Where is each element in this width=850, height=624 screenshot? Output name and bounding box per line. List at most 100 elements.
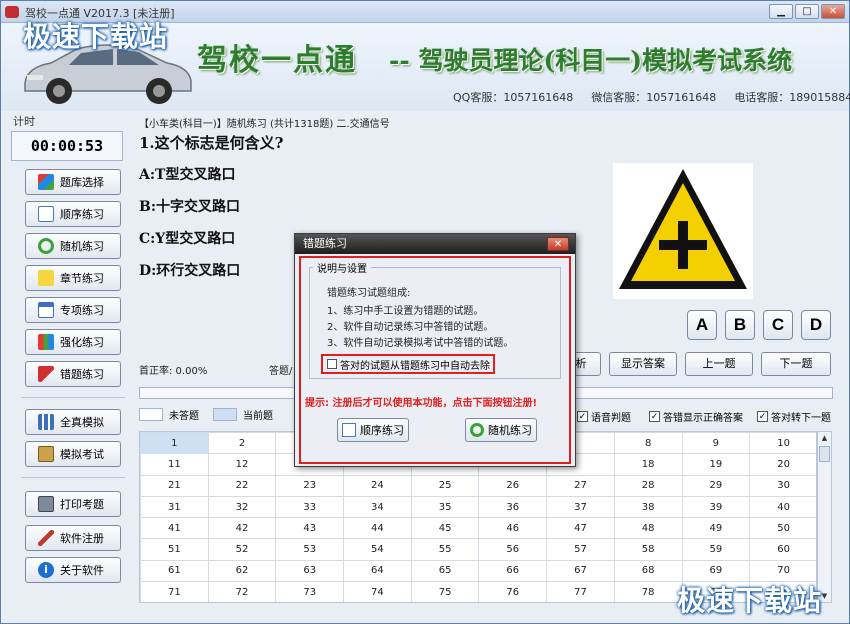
answer-d-button[interactable]: D xyxy=(801,310,831,340)
show-answer-button[interactable]: 显示答案 xyxy=(609,352,677,376)
question-cell[interactable]: 33 xyxy=(275,495,345,519)
question-cell[interactable]: 25 xyxy=(410,474,480,497)
question-cell[interactable]: 39 xyxy=(681,495,751,519)
question-cell[interactable]: 59 xyxy=(681,538,751,561)
question-cell[interactable]: 63 xyxy=(275,559,345,583)
question-cell[interactable]: 50 xyxy=(749,517,816,540)
question-cell[interactable]: 28 xyxy=(613,474,683,497)
voice-judge-checkbox[interactable]: ✓ 语音判题 xyxy=(577,409,631,424)
sequential-practice-button[interactable]: 顺序练习 xyxy=(25,201,121,227)
bank-select-button[interactable]: 题库选择 xyxy=(25,169,121,195)
question-cell[interactable]: 1 xyxy=(140,432,209,455)
question-cell[interactable]: 21 xyxy=(140,474,209,497)
question-cell[interactable]: 55 xyxy=(410,538,480,561)
question-cell[interactable]: 56 xyxy=(478,538,548,561)
question-cell[interactable]: 11 xyxy=(140,453,209,476)
question-cell[interactable]: 76 xyxy=(478,581,548,602)
option-a[interactable]: A:T型交叉路口 xyxy=(139,164,235,184)
question-cell[interactable]: 35 xyxy=(410,495,480,519)
question-cell[interactable]: 78 xyxy=(613,581,683,602)
show-correct-checkbox[interactable]: ✓ 答错显示正确答案 xyxy=(649,409,743,424)
question-cell[interactable]: 53 xyxy=(275,538,345,561)
mock-exam-button[interactable]: 模拟考试 xyxy=(25,441,121,467)
print-questions-button[interactable]: 打印考题 xyxy=(25,491,121,517)
close-button[interactable]: ✕ xyxy=(821,4,845,19)
question-cell[interactable]: 61 xyxy=(140,559,209,583)
question-cell[interactable]: 42 xyxy=(207,517,277,540)
question-cell[interactable]: 65 xyxy=(410,559,480,583)
auto-next-checkbox[interactable]: ✓ 答对转下一题 xyxy=(757,409,831,424)
question-cell[interactable]: 24 xyxy=(343,474,412,497)
answer-b-button[interactable]: B xyxy=(725,310,755,340)
question-cell[interactable]: 10 xyxy=(749,432,816,455)
question-cell[interactable]: 32 xyxy=(207,495,277,519)
question-cell[interactable]: 54 xyxy=(343,538,412,561)
next-question-button[interactable]: 下一题 xyxy=(761,352,831,376)
register-button[interactable]: 软件注册 xyxy=(25,525,121,551)
question-cell[interactable]: 27 xyxy=(546,474,615,497)
question-cell[interactable]: 62 xyxy=(207,559,277,583)
random-practice-button[interactable]: 随机练习 xyxy=(25,233,121,259)
scroll-up-icon[interactable]: ▲ xyxy=(819,432,830,444)
question-cell[interactable]: 43 xyxy=(275,517,345,540)
question-cell[interactable]: 9 xyxy=(681,432,751,455)
question-cell[interactable]: 8 xyxy=(613,432,683,455)
grid-scrollbar[interactable]: ▲ ▼ xyxy=(817,431,832,603)
chapter-practice-button[interactable]: 章节练习 xyxy=(25,265,121,291)
question-cell[interactable]: 44 xyxy=(343,517,412,540)
dialog-random-button[interactable]: 随机练习 xyxy=(465,418,537,442)
question-cell[interactable]: 66 xyxy=(478,559,548,583)
question-cell[interactable]: 77 xyxy=(546,581,615,602)
question-cell[interactable]: 72 xyxy=(207,581,277,602)
question-cell[interactable]: 18 xyxy=(613,453,683,476)
question-cell[interactable]: 46 xyxy=(478,517,548,540)
question-cell[interactable]: 48 xyxy=(613,517,683,540)
question-cell[interactable]: 36 xyxy=(478,495,548,519)
question-cell[interactable]: 29 xyxy=(681,474,751,497)
wrong-practice-button[interactable]: 错题练习 xyxy=(25,361,121,387)
question-cell[interactable]: 26 xyxy=(478,474,548,497)
dialog-sequential-button[interactable]: 顺序练习 xyxy=(337,418,409,442)
minimize-button[interactable]: ▁ xyxy=(769,4,793,19)
question-cell[interactable]: 51 xyxy=(140,538,209,561)
question-cell[interactable]: 45 xyxy=(410,517,480,540)
question-cell[interactable]: 12 xyxy=(207,453,277,476)
question-cell[interactable]: 74 xyxy=(343,581,412,602)
about-button[interactable]: i 关于软件 xyxy=(25,557,121,583)
question-cell[interactable]: 75 xyxy=(410,581,480,602)
question-cell[interactable]: 58 xyxy=(613,538,683,561)
question-cell[interactable]: 60 xyxy=(749,538,816,561)
question-cell[interactable]: 49 xyxy=(681,517,751,540)
question-cell[interactable]: 68 xyxy=(613,559,683,583)
auto-remove-checkbox[interactable]: 答对的试题从错题练习中自动去除 xyxy=(321,354,495,374)
option-d[interactable]: D:环行交叉路口 xyxy=(139,260,240,280)
answer-c-button[interactable]: C xyxy=(763,310,793,340)
question-cell[interactable]: 64 xyxy=(343,559,412,583)
question-cell[interactable]: 20 xyxy=(749,453,816,476)
full-simulation-button[interactable]: 全真模拟 xyxy=(25,409,121,435)
question-cell[interactable]: 19 xyxy=(681,453,751,476)
question-cell[interactable]: 40 xyxy=(749,495,816,519)
question-cell[interactable]: 37 xyxy=(546,495,615,519)
question-cell[interactable]: 57 xyxy=(546,538,615,561)
scroll-thumb[interactable] xyxy=(819,446,830,462)
question-cell[interactable]: 71 xyxy=(140,581,209,602)
question-cell[interactable]: 47 xyxy=(546,517,615,540)
question-cell[interactable]: 23 xyxy=(275,474,345,497)
question-cell[interactable]: 31 xyxy=(140,495,209,519)
question-cell[interactable]: 22 xyxy=(207,474,277,497)
answer-a-button[interactable]: A xyxy=(687,310,717,340)
question-cell[interactable]: 52 xyxy=(207,538,277,561)
prev-question-button[interactable]: 上一题 xyxy=(685,352,753,376)
question-cell[interactable]: 34 xyxy=(343,495,412,519)
intensive-practice-button[interactable]: 强化练习 xyxy=(25,329,121,355)
question-cell[interactable]: 30 xyxy=(749,474,816,497)
question-cell[interactable]: 2 xyxy=(207,432,277,455)
question-cell[interactable]: 73 xyxy=(275,581,345,602)
option-c[interactable]: C:Y型交叉路口 xyxy=(139,228,235,248)
question-cell[interactable]: 41 xyxy=(140,517,209,540)
dialog-close-button[interactable]: ✕ xyxy=(547,237,569,251)
option-b[interactable]: B:十字交叉路口 xyxy=(139,196,240,216)
question-cell[interactable]: 38 xyxy=(613,495,683,519)
topic-practice-button[interactable]: 专项练习 xyxy=(25,297,121,323)
